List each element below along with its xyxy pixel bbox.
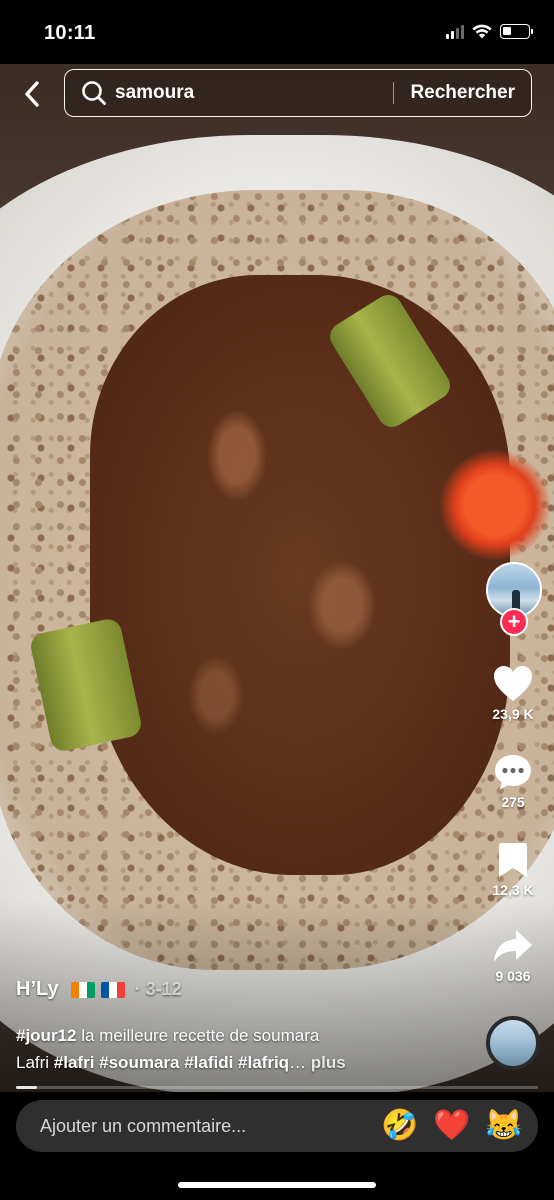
flag-ci-icon xyxy=(70,981,95,998)
share-button[interactable]: 9 036 xyxy=(481,926,545,984)
follow-button[interactable]: + xyxy=(500,608,528,636)
post-date: · 3-12 xyxy=(134,979,182,999)
pepper-image xyxy=(440,450,550,560)
save-button[interactable]: 12,3 K xyxy=(481,840,545,898)
like-count: 23,9 K xyxy=(492,706,534,722)
caption-text: Lafri xyxy=(16,1053,54,1072)
author-name[interactable]: H’Ly xyxy=(16,978,59,1001)
home-indicator xyxy=(178,1182,376,1188)
video-progress-bar[interactable] xyxy=(16,1086,538,1089)
save-count: 12,3 K xyxy=(492,882,534,898)
more-link[interactable]: plus xyxy=(306,1053,346,1072)
creator-avatar-group[interactable]: + xyxy=(482,562,546,636)
music-disc[interactable] xyxy=(486,1016,540,1070)
back-arrow-icon xyxy=(25,81,39,107)
caption-text: la meilleure recette de soumara xyxy=(76,1026,320,1045)
caption-line-2: Lafri #lafri #soumara #lafidi #lafriq… p… xyxy=(16,1049,466,1077)
back-button[interactable] xyxy=(14,76,50,112)
comment-input[interactable]: Ajouter un commentaire... xyxy=(40,1116,374,1137)
hashtag-link[interactable]: #jour12 xyxy=(16,1026,76,1045)
search-icon xyxy=(82,81,106,105)
video-progress-fill xyxy=(16,1086,37,1089)
search-submit-button[interactable]: Rechercher xyxy=(394,82,531,104)
caption-line-1: #jour12 la meilleure recette de soumara xyxy=(16,1022,466,1050)
share-icon xyxy=(494,930,532,962)
caption-ellipsis: … xyxy=(289,1053,307,1072)
search-input[interactable]: samoura xyxy=(115,82,393,104)
author-line: H’Ly · 3-12 xyxy=(16,978,466,1001)
video-player[interactable] xyxy=(0,40,554,1100)
emoji-cat-laugh-button[interactable]: 😹 xyxy=(478,1111,530,1141)
battery-icon xyxy=(500,24,533,39)
flag-fr-icon xyxy=(100,981,125,998)
stew-image xyxy=(90,275,510,875)
status-bar: 10:11 xyxy=(0,0,554,64)
status-icons xyxy=(446,24,533,39)
heart-icon xyxy=(494,666,532,701)
hashtag-links[interactable]: #lafri #soumara #lafidi #lafriq xyxy=(54,1053,289,1072)
comment-button[interactable]: 275 xyxy=(481,752,545,810)
status-time: 10:11 xyxy=(44,22,96,44)
comment-bar-area: Ajouter un commentaire... 🤣 ❤️ 😹 xyxy=(0,1092,554,1200)
like-button[interactable]: 23,9 K xyxy=(481,664,545,722)
comment-bar[interactable]: Ajouter un commentaire... 🤣 ❤️ 😹 xyxy=(16,1100,538,1152)
comment-count: 275 xyxy=(501,794,525,810)
share-count: 9 036 xyxy=(495,968,531,984)
bookmark-icon xyxy=(499,843,527,877)
comment-icon xyxy=(495,755,531,790)
emoji-laugh-button[interactable]: 🤣 xyxy=(374,1111,426,1141)
search-bar[interactable]: samoura Rechercher xyxy=(64,69,532,117)
cellular-signal-icon xyxy=(446,24,464,39)
wifi-icon xyxy=(472,24,492,39)
emoji-heart-button[interactable]: ❤️ xyxy=(426,1111,478,1141)
